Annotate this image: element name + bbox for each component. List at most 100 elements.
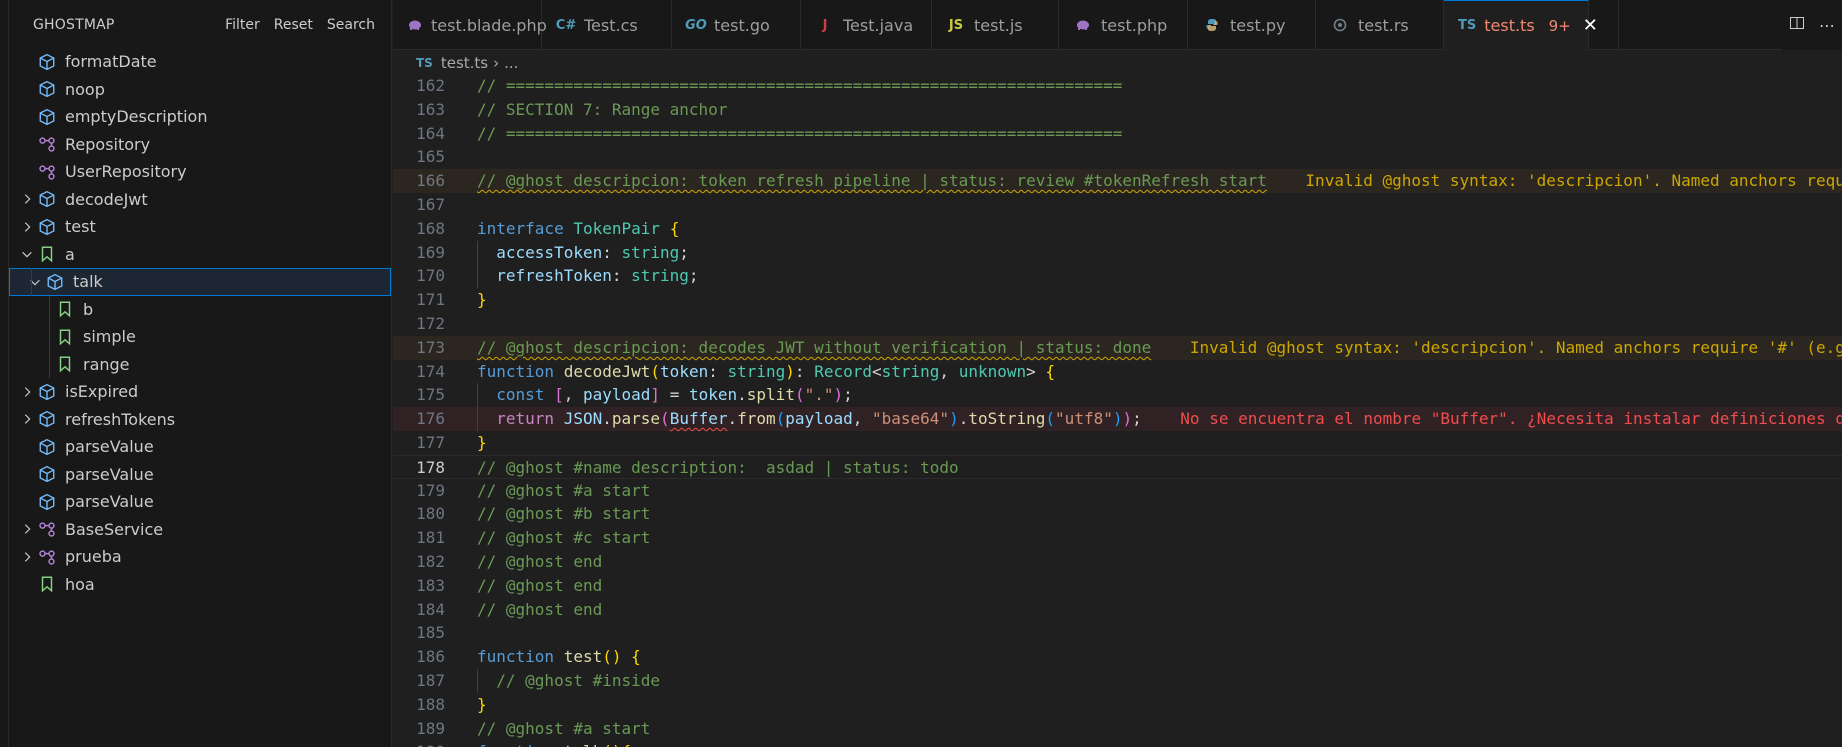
code-line[interactable]: 172 [393, 312, 1842, 336]
tab-test-php[interactable]: test.php [1059, 0, 1188, 50]
code-line[interactable]: 185 [393, 621, 1842, 645]
line-number: 164 [416, 123, 445, 143]
code-line[interactable]: 176 return JSON.parse(Buffer.from(payloa… [393, 407, 1842, 431]
code-line[interactable]: 173 // @ghost descripcion: decodes JWT wi… [393, 335, 1842, 360]
code-token: [ [554, 385, 564, 405]
tree-item-range[interactable]: range [9, 350, 391, 378]
code-line[interactable]: 177} [393, 431, 1842, 455]
breadcrumb-symbol[interactable]: ... [504, 54, 518, 72]
tree-item-parsevalue[interactable]: parseValue [9, 461, 391, 489]
code-line[interactable]: 182 // @ghost end [393, 550, 1842, 574]
code-line[interactable]: 170 refreshToken: string; [393, 264, 1842, 289]
chevron-down-icon[interactable] [25, 272, 45, 292]
bookmark-icon [37, 244, 57, 264]
tab-test-ts[interactable]: TS test.ts 9+ ✕ [1444, 0, 1598, 50]
code-line[interactable]: 187 // @ghost #inside [393, 669, 1842, 693]
tree-item-test[interactable]: test [9, 213, 391, 241]
code-token: // @ghost #b start [477, 504, 651, 524]
code-line[interactable]: 165 [393, 145, 1842, 169]
tree-item-parsevalue[interactable]: parseValue [9, 488, 391, 516]
code-line[interactable]: 163 // SECTION 7: Range anchor [393, 98, 1842, 122]
reset-button[interactable]: Reset [274, 17, 313, 33]
chevron-right-icon[interactable] [17, 409, 37, 429]
line-code: return JSON.parse(Buffer.from(payload, "… [477, 407, 1842, 431]
tab-test-rs[interactable]: test.rs [1316, 0, 1444, 50]
code-line[interactable]: 167 [393, 193, 1842, 217]
code-line[interactable]: 169 accessToken: string; [393, 240, 1842, 265]
tab-test-cs[interactable]: C# Test.cs [542, 0, 672, 50]
tree-item-b[interactable]: b [9, 295, 391, 323]
tree-item-parsevalue[interactable]: parseValue [9, 433, 391, 461]
tree-item-label: hoa [65, 574, 95, 594]
tree-item-noop[interactable]: noop [9, 76, 391, 104]
tab-label: test.js [974, 15, 1023, 35]
code-line[interactable]: 186 function test() { [393, 645, 1842, 669]
breadcrumb-file[interactable]: test.ts [441, 54, 488, 72]
tab-test-js[interactable]: JS test.js [932, 0, 1059, 50]
code-token: "." [804, 385, 834, 405]
tab-overflow[interactable] [1589, 0, 1619, 50]
tab-test-blade-php[interactable]: test.blade.php [393, 0, 547, 50]
java-icon: J [822, 17, 828, 33]
chevron-right-icon[interactable] [17, 547, 37, 567]
tree-item-refreshtokens[interactable]: refreshTokens [9, 406, 391, 434]
class-icon [37, 547, 57, 567]
line-code: // @ghost #b start [477, 502, 650, 526]
code-line[interactable]: 175 const [, payload] = token.split(".")… [393, 383, 1842, 408]
tree-item-isexpired[interactable]: isExpired [9, 378, 391, 406]
tree-item-decodejwt[interactable]: decodeJwt [9, 186, 391, 214]
chevron-right-icon[interactable] [17, 519, 37, 539]
ghostmap-sidebar: GHOSTMAP Filter Reset Search formatDate n… [9, 0, 392, 747]
chevron-right-icon[interactable] [17, 217, 37, 237]
tab-test-java[interactable]: J Test.java [801, 0, 932, 50]
code-line[interactable]: 168 interface TokenPair { [393, 217, 1842, 241]
code-line[interactable]: 181 // @ghost #c start [393, 526, 1842, 550]
code-editor[interactable]: 162 // ==================================… [393, 76, 1842, 747]
tree-item-label: test [65, 217, 96, 237]
tree-item-talk[interactable]: talk [9, 268, 391, 296]
code-token: { [1045, 361, 1056, 381]
code-line[interactable]: 171} [393, 288, 1842, 312]
chevron-right-icon[interactable] [17, 382, 37, 402]
tree-item-emptydescription[interactable]: emptyDescription [9, 103, 391, 131]
code-line[interactable]: 180 // @ghost #b start [393, 502, 1842, 526]
tree-item-baseservice[interactable]: BaseService [9, 516, 391, 544]
search-button[interactable]: Search [327, 17, 375, 33]
code-line[interactable]: 178 // @ghost #name description: asdad | … [393, 454, 1842, 479]
more-actions-icon[interactable]: ⋯ [1819, 16, 1835, 35]
line-code: // @ghost #inside [477, 669, 660, 693]
tree-item-simple[interactable]: simple [9, 323, 391, 351]
symbol-tree: formatDate noop emptyDescription Repository… [9, 48, 391, 598]
tab-test-go[interactable]: GO test.go [672, 0, 801, 50]
code-line[interactable]: 166 // @ghost descripcion: token refresh … [393, 169, 1842, 193]
code-token: { [669, 218, 680, 238]
code-line[interactable]: 188} [393, 693, 1842, 717]
tree-item-a[interactable]: a [9, 241, 391, 269]
line-number: 172 [416, 314, 445, 333]
code-token: // @ghost end [477, 552, 603, 571]
code-line[interactable]: 190 function talk(){ [393, 740, 1842, 747]
code-line[interactable]: 189 // @ghost #a start [393, 717, 1842, 741]
chevron-right-icon[interactable] [17, 189, 37, 209]
tree-item-hoa[interactable]: hoa [9, 571, 391, 599]
filter-button[interactable]: Filter [225, 17, 260, 33]
code-line[interactable]: 162 // ==================================… [393, 76, 1842, 98]
code-token: talk [564, 742, 603, 747]
tree-item-repository[interactable]: Repository [9, 131, 391, 159]
chevron-down-icon[interactable] [17, 244, 37, 264]
tab-test-py[interactable]: test.py [1188, 0, 1316, 50]
code-line[interactable]: 184 // @ghost end [393, 598, 1842, 622]
code-line[interactable]: 164 // ==================================… [393, 122, 1842, 146]
code-line[interactable]: 174 function decodeJwt(token: string): Re… [393, 360, 1842, 384]
tree-item-formatdate[interactable]: formatDate [9, 48, 391, 76]
tree-item-userrepository[interactable]: UserRepository [9, 158, 391, 186]
code-line[interactable]: 179 // @ghost #a start [393, 479, 1842, 503]
line-number: 163 [416, 99, 445, 119]
split-editor-icon[interactable] [1789, 15, 1805, 35]
tree-item-prueba[interactable]: prueba [9, 543, 391, 571]
code-line[interactable]: 183 // @ghost end [393, 574, 1842, 598]
code-token: token [688, 385, 738, 405]
